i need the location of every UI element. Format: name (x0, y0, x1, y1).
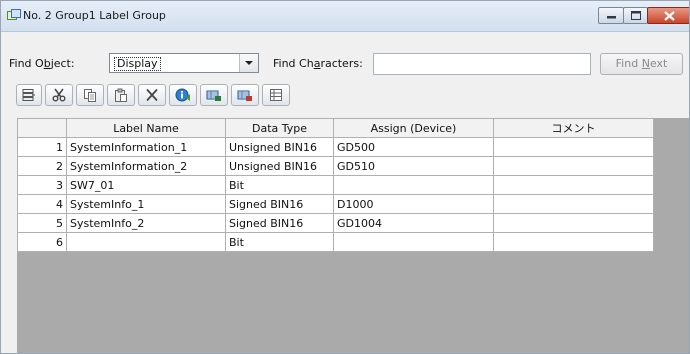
properties-icon (270, 89, 282, 101)
comment-cell[interactable] (493, 175, 654, 195)
import-button[interactable] (200, 84, 228, 106)
table-row[interactable]: 3 SW7_01 Bit (17, 175, 654, 195)
row-number[interactable]: 2 (17, 156, 67, 176)
assign-device-cell[interactable]: GD1004 (333, 213, 494, 233)
chevron-down-icon (245, 61, 253, 65)
label-group-window: No. 2 Group1 Label Group Find Object: Di… (0, 0, 690, 354)
comment-cell[interactable] (493, 232, 654, 252)
find-characters-label: Find Characters: (273, 57, 363, 70)
close-icon (664, 11, 675, 21)
row-number[interactable]: 4 (17, 194, 67, 214)
cut-icon (52, 88, 66, 102)
export-icon (237, 90, 252, 101)
comment-cell[interactable] (493, 156, 654, 176)
minimize-button[interactable] (598, 7, 624, 24)
maximize-button[interactable] (623, 7, 648, 24)
info-icon (175, 88, 190, 102)
maximize-icon (631, 11, 641, 20)
data-type-cell[interactable]: Bit (225, 232, 334, 252)
row-number[interactable]: 1 (17, 137, 67, 157)
data-type-cell[interactable]: Signed BIN16 (225, 194, 334, 214)
table-row[interactable]: 6 Bit (17, 232, 654, 252)
data-type-cell[interactable]: Unsigned BIN16 (225, 137, 334, 157)
label-name-cell[interactable]: SystemInfo_2 (66, 213, 226, 233)
dropdown-button[interactable] (239, 54, 258, 72)
comment-cell[interactable] (493, 213, 654, 233)
insert-row-button[interactable] (16, 84, 42, 106)
assign-device-cell[interactable]: D1000 (333, 194, 494, 214)
label-table: Label Name Data Type Assign (Device) コメン… (17, 118, 654, 252)
properties-button[interactable] (262, 84, 290, 106)
assign-device-cell[interactable] (333, 175, 494, 195)
table-row[interactable]: 4 SystemInfo_1 Signed BIN16 D1000 (17, 194, 654, 214)
find-characters-input[interactable] (373, 53, 591, 75)
label-table-area: Label Name Data Type Assign (Device) コメン… (17, 118, 689, 353)
data-type-cell[interactable]: Unsigned BIN16 (225, 156, 334, 176)
find-object-label: Find Object: (9, 57, 75, 70)
find-object-select[interactable]: Display (109, 53, 259, 73)
close-button[interactable] (647, 7, 689, 24)
row-number-header[interactable] (17, 118, 67, 138)
row-number[interactable]: 3 (17, 175, 67, 195)
copy-button[interactable] (76, 84, 104, 106)
data-type-cell[interactable]: Signed BIN16 (225, 213, 334, 233)
column-header-assign-device[interactable]: Assign (Device) (333, 118, 494, 138)
window-title: No. 2 Group1 Label Group (23, 9, 166, 22)
label-name-cell[interactable]: SystemInfo_1 (66, 194, 226, 214)
minimize-icon (607, 16, 616, 19)
table-row[interactable]: 1 SystemInformation_1 Unsigned BIN16 GD5… (17, 137, 654, 157)
copy-icon (84, 89, 96, 102)
title-bar[interactable]: No. 2 Group1 Label Group (1, 1, 689, 32)
column-header-label-name[interactable]: Label Name (66, 118, 226, 138)
assign-device-cell[interactable] (333, 232, 494, 252)
delete-icon (146, 88, 158, 102)
label-name-cell[interactable] (66, 232, 226, 252)
import-icon (206, 90, 221, 101)
label-name-cell[interactable]: SW7_01 (66, 175, 226, 195)
assign-device-cell[interactable]: GD510 (333, 156, 494, 176)
find-object-value: Display (114, 57, 161, 71)
export-button[interactable] (231, 84, 259, 106)
label-name-cell[interactable]: SystemInformation_1 (66, 137, 226, 157)
table-header: Label Name Data Type Assign (Device) コメン… (17, 118, 654, 138)
paste-icon (115, 88, 127, 102)
data-type-cell[interactable]: Bit (225, 175, 334, 195)
cut-button[interactable] (45, 84, 73, 106)
label-name-cell[interactable]: SystemInformation_2 (66, 156, 226, 176)
row-number[interactable]: 5 (17, 213, 67, 233)
column-header-data-type[interactable]: Data Type (225, 118, 334, 138)
table-row[interactable]: 2 SystemInformation_2 Unsigned BIN16 GD5… (17, 156, 654, 176)
comment-cell[interactable] (493, 194, 654, 214)
comment-cell[interactable] (493, 137, 654, 157)
column-header-comment[interactable]: コメント (493, 118, 654, 138)
delete-button[interactable] (138, 84, 166, 106)
row-number[interactable]: 6 (17, 232, 67, 252)
label-group-icon (7, 9, 21, 20)
insert-row-icon (22, 89, 35, 101)
info-button[interactable] (169, 84, 197, 106)
paste-button[interactable] (107, 84, 135, 106)
table-row[interactable]: 5 SystemInfo_2 Signed BIN16 GD1004 (17, 213, 654, 233)
find-next-button[interactable]: Find Next (600, 53, 683, 75)
assign-device-cell[interactable]: GD500 (333, 137, 494, 157)
